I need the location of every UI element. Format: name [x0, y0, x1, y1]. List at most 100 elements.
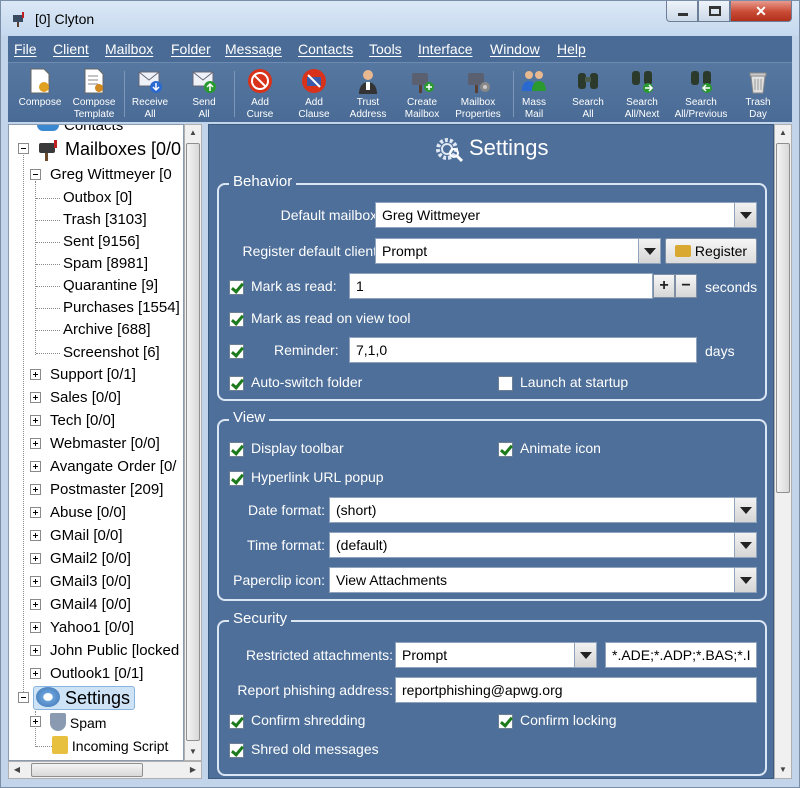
mark-read-view-tool-checkbox[interactable] [229, 312, 244, 327]
tree-item-avangate[interactable]: Avangate Order [0/ [50, 458, 176, 475]
mark-as-read-checkbox[interactable] [229, 280, 244, 295]
search-previous-button[interactable]: Search All/Previous [669, 65, 733, 123]
expand-icon[interactable] [30, 484, 41, 495]
menu-help[interactable]: Help [557, 41, 586, 57]
expand-icon[interactable] [30, 645, 41, 656]
register-button[interactable]: Register [665, 238, 757, 264]
mailbox-properties-button[interactable]: Mailbox Properties [449, 65, 507, 123]
menu-client[interactable]: Client [53, 41, 89, 57]
restricted-extensions-input[interactable]: *.ADE;*.ADP;*.BAS;*.I [605, 642, 757, 668]
tree-item-contacts[interactable]: Contacts [37, 125, 123, 134]
tree-item-incoming-script[interactable]: Incoming Script [52, 736, 168, 754]
hyperlink-popup-checkbox[interactable] [229, 471, 244, 486]
compose-template-button[interactable]: Compose Template [66, 65, 122, 123]
chevron-down-icon[interactable] [734, 203, 756, 227]
tree-item-abuse[interactable]: Abuse [0/0] [50, 504, 126, 521]
restricted-attachments-dropdown[interactable]: Prompt [395, 642, 597, 668]
tree-item-postmaster[interactable]: Postmaster [209] [50, 481, 163, 498]
display-toolbar-checkbox[interactable] [229, 442, 244, 457]
chevron-down-icon[interactable] [574, 643, 596, 667]
decrement-button[interactable]: − [675, 274, 697, 298]
menu-message[interactable]: Message [225, 41, 282, 57]
trust-address-button[interactable]: Trust Address [340, 65, 396, 123]
default-mailbox-dropdown[interactable]: Greg Wittmeyer [375, 202, 757, 228]
tree-item-yahoo1[interactable]: Yahoo1 [0/0] [50, 619, 134, 636]
expand-icon[interactable] [30, 415, 41, 426]
scroll-down-icon[interactable]: ▼ [185, 744, 201, 760]
tree-item-gmail3[interactable]: GMail3 [0/0] [50, 573, 131, 590]
expand-icon[interactable] [30, 438, 41, 449]
scrollbar-thumb[interactable] [186, 143, 200, 741]
tree-item-purchases[interactable]: Purchases [1554] [63, 299, 180, 316]
menu-mailbox[interactable]: Mailbox [105, 41, 153, 57]
expand-icon[interactable] [30, 622, 41, 633]
tree-item-gmail4[interactable]: GMail4 [0/0] [50, 596, 131, 613]
chevron-down-icon[interactable] [734, 568, 756, 592]
tree-item-sales[interactable]: Sales [0/0] [50, 389, 121, 406]
shred-old-checkbox[interactable] [229, 743, 244, 758]
tree-item-sent[interactable]: Sent [9156] [63, 233, 140, 250]
trash-day-button[interactable]: Trash Day [730, 65, 786, 123]
tree-item-mailboxes[interactable]: Mailboxes [0/0 [37, 139, 181, 161]
expand-icon[interactable] [30, 369, 41, 380]
time-format-dropdown[interactable]: (default) [329, 532, 757, 558]
expand-icon[interactable] [30, 599, 41, 610]
settings-vertical-scrollbar[interactable]: ▲ ▼ [774, 124, 792, 779]
menu-folder[interactable]: Folder [171, 41, 211, 57]
tree-item-settings[interactable]: Settings [33, 686, 136, 710]
expand-icon[interactable] [30, 530, 41, 541]
reminder-input[interactable]: 7,1,0 [349, 337, 697, 363]
tree-item-screenshot[interactable]: Screenshot [6] [63, 344, 160, 361]
maximize-button[interactable] [698, 1, 730, 22]
tree-horizontal-scrollbar[interactable]: ◀ ▶ [8, 761, 202, 779]
tree-item-gmail2[interactable]: GMail2 [0/0] [50, 550, 131, 567]
add-curse-button[interactable]: Add Curse [232, 65, 288, 123]
auto-switch-checkbox[interactable] [229, 376, 244, 391]
create-mailbox-button[interactable]: Create Mailbox [394, 65, 450, 123]
increment-button[interactable]: + [653, 274, 675, 298]
mark-as-read-input[interactable]: 1 [349, 273, 653, 299]
tree-item-spam[interactable]: Spam [8981] [63, 255, 148, 272]
expand-icon[interactable] [30, 392, 41, 403]
search-all-button[interactable]: Search All [560, 65, 616, 123]
date-format-dropdown[interactable]: (short) [329, 497, 757, 523]
scroll-down-icon[interactable]: ▼ [775, 762, 791, 778]
minimize-button[interactable] [666, 1, 698, 22]
tree-item-john-public[interactable]: John Public [locked [50, 642, 179, 659]
expand-icon[interactable] [30, 576, 41, 587]
scroll-right-icon[interactable]: ▶ [185, 762, 201, 778]
tree-item-gmail[interactable]: GMail [0/0] [50, 527, 123, 544]
scrollbar-thumb[interactable] [776, 143, 790, 493]
collapse-icon[interactable] [30, 169, 41, 180]
animate-icon-checkbox[interactable] [498, 442, 513, 457]
close-button[interactable]: ✕ [730, 1, 792, 22]
tree-item-support[interactable]: Support [0/1] [50, 366, 136, 383]
scrollbar-thumb[interactable] [31, 763, 143, 777]
menu-file[interactable]: File [14, 41, 37, 57]
tree-item-account[interactable]: Greg Wittmeyer [0 [50, 166, 172, 183]
expand-icon[interactable] [30, 461, 41, 472]
send-all-button[interactable]: Send All [176, 65, 232, 123]
mass-mail-button[interactable]: Mass Mail [506, 65, 562, 123]
tree-item-outbox[interactable]: Outbox [0] [63, 189, 132, 206]
tree-item-tech[interactable]: Tech [0/0] [50, 412, 115, 429]
reminder-checkbox[interactable] [229, 344, 244, 359]
menu-contacts[interactable]: Contacts [298, 41, 353, 57]
tree-vertical-scrollbar[interactable]: ▲ ▼ [184, 124, 202, 761]
confirm-shredding-checkbox[interactable] [229, 714, 244, 729]
tree-item-trash[interactable]: Trash [3103] [63, 211, 147, 228]
report-phishing-input[interactable]: reportphishing@apwg.org [395, 677, 757, 703]
expand-icon[interactable] [30, 553, 41, 564]
tree-item-outlook1[interactable]: Outlook1 [0/1] [50, 665, 143, 682]
tree-item-webmaster[interactable]: Webmaster [0/0] [50, 435, 160, 452]
menu-window[interactable]: Window [490, 41, 540, 57]
search-next-button[interactable]: Search All/Next [614, 65, 670, 123]
confirm-locking-checkbox[interactable] [498, 714, 513, 729]
collapse-icon[interactable] [18, 143, 29, 154]
tree-item-quarantine[interactable]: Quarantine [9] [63, 277, 158, 294]
compose-button[interactable]: Compose [12, 65, 68, 123]
tree-item-spam-settings[interactable]: Spam [50, 713, 106, 731]
expand-icon[interactable] [30, 507, 41, 518]
expand-icon[interactable] [30, 716, 41, 727]
register-client-dropdown[interactable]: Prompt [375, 238, 661, 264]
